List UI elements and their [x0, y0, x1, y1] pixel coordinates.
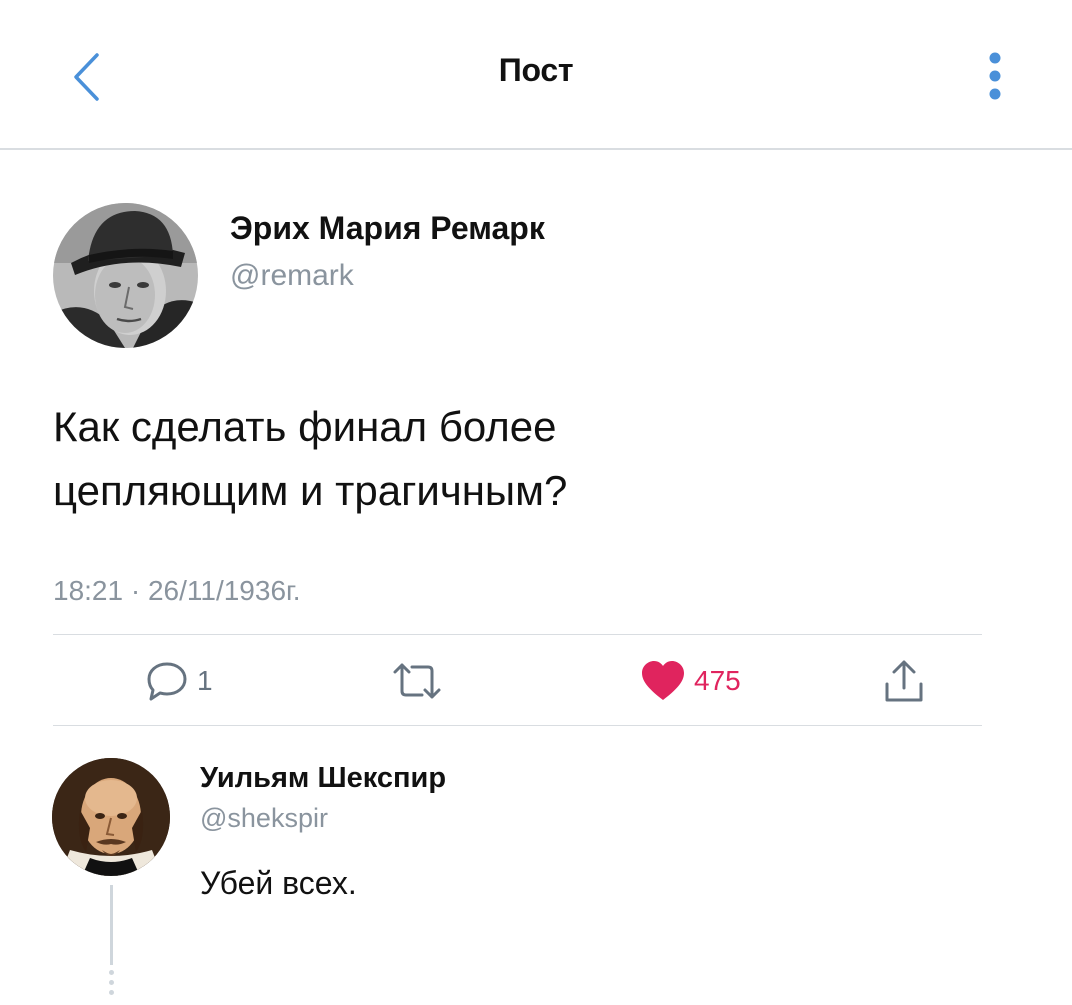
reply-count: 1 [197, 665, 213, 696]
reply-author-handle[interactable]: @shekspir [200, 803, 328, 834]
more-options-button[interactable] [975, 48, 1015, 104]
post-text: Как сделать финал более цепляющим и траг… [53, 403, 568, 514]
author-avatar[interactable] [53, 203, 198, 348]
author-name[interactable]: Эрих Мария Ремарк [230, 210, 545, 247]
comment-bubble-icon [147, 662, 187, 701]
retweet-button[interactable] [392, 655, 442, 707]
author-portrait-image [53, 203, 198, 348]
reply-author-name[interactable]: Уильям Шекспир [200, 762, 446, 795]
divider [53, 725, 982, 726]
thread-connector-line [110, 885, 113, 965]
author-handle[interactable]: @remark [230, 259, 354, 293]
top-bar: Пост [0, 0, 1072, 150]
retweet-icon [393, 663, 441, 699]
page-title: Пост [498, 52, 574, 88]
like-button[interactable]: 475 [640, 655, 741, 707]
divider [53, 634, 982, 635]
post-timestamp: 18:21 · 26/11/1936г. [53, 575, 301, 606]
vertical-dots-icon [989, 52, 1001, 100]
thread-continuation-dots [108, 970, 115, 1000]
share-upload-icon [885, 660, 923, 702]
heart-filled-icon [642, 661, 684, 700]
reply-button[interactable]: 1 [145, 655, 213, 707]
reply-author-avatar[interactable] [52, 758, 170, 876]
like-count: 475 [694, 665, 741, 696]
reply-author-portrait-image [52, 758, 170, 876]
share-button[interactable] [882, 655, 926, 707]
reply-text: Убей всех. [200, 865, 357, 901]
